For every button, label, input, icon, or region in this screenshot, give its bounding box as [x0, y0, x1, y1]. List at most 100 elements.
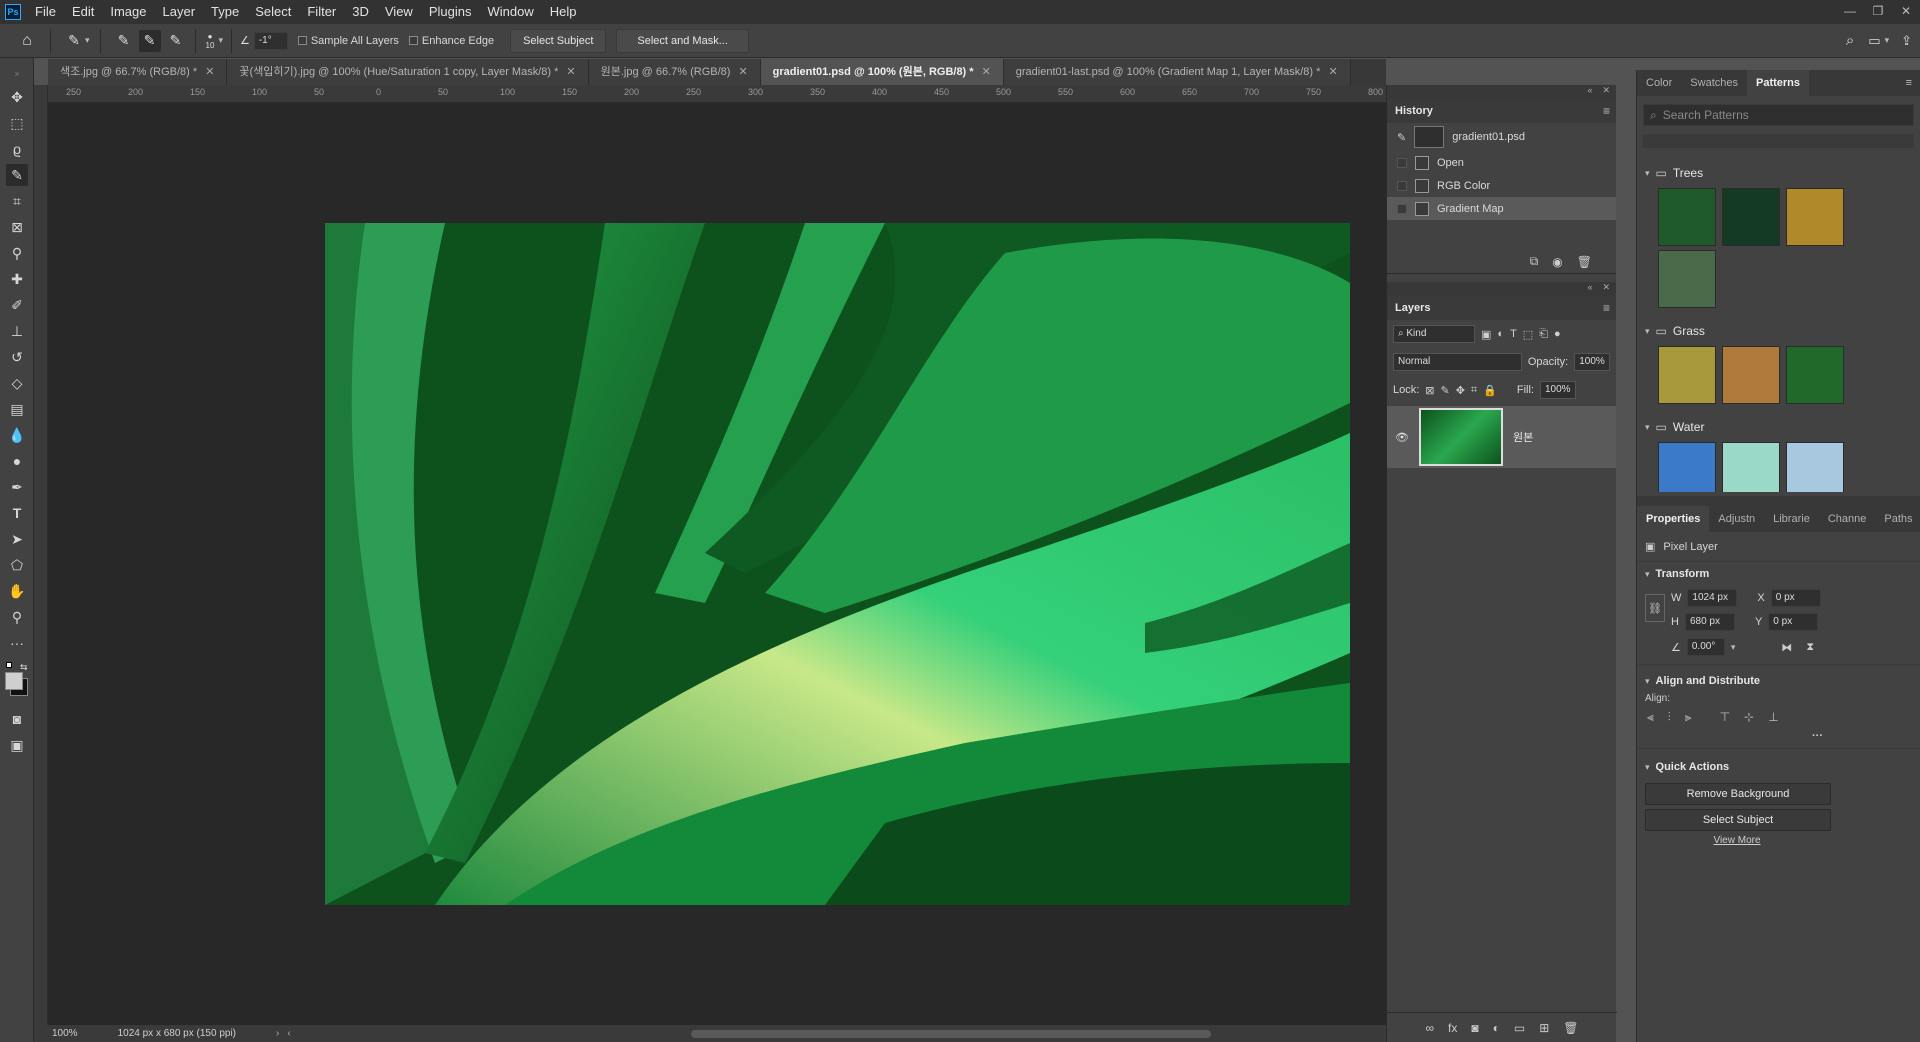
- chevron-down-icon[interactable]: ▾: [1645, 676, 1650, 687]
- filter-smart-object-icon[interactable]: ⎗: [1539, 328, 1548, 341]
- history-source-box[interactable]: [1397, 180, 1407, 191]
- align-middle-v-icon[interactable]: ⊹: [1744, 710, 1754, 724]
- scroll-left-icon[interactable]: ‹: [287, 1028, 290, 1039]
- tab-libraries[interactable]: Librarie: [1764, 506, 1819, 532]
- view-more-link[interactable]: View More: [1637, 835, 1837, 846]
- eyedropper-tool-icon[interactable]: ⚲: [6, 242, 28, 264]
- foreground-color-swatch[interactable]: [5, 672, 23, 690]
- close-tab-icon[interactable]: ✕: [1328, 59, 1337, 85]
- layer-row[interactable]: 👁 원본: [1387, 406, 1616, 468]
- lock-position-icon[interactable]: ✥: [1456, 384, 1465, 397]
- menu-layer[interactable]: Layer: [155, 0, 204, 24]
- chevron-down-icon[interactable]: ▾: [1645, 422, 1650, 433]
- pen-tool-icon[interactable]: ✒: [6, 476, 28, 498]
- pattern-swatch[interactable]: [1658, 250, 1716, 308]
- tab-doc-4[interactable]: gradient01.psd @ 100% (원본, RGB/8) * ✕: [760, 59, 1004, 85]
- flip-vertical-icon[interactable]: ⧗: [1806, 641, 1814, 654]
- pattern-swatch[interactable]: [1786, 188, 1844, 246]
- menu-select[interactable]: Select: [247, 0, 299, 24]
- close-tab-icon[interactable]: ✕: [738, 59, 747, 85]
- restore-icon[interactable]: ❐: [1864, 0, 1892, 24]
- menu-filter[interactable]: Filter: [299, 0, 344, 24]
- align-center-h-icon[interactable]: ⫶: [1668, 710, 1671, 725]
- menu-image[interactable]: Image: [102, 0, 154, 24]
- blend-mode-select[interactable]: Normal: [1393, 353, 1522, 371]
- chevron-down-icon[interactable]: ▾: [1645, 326, 1650, 337]
- close-tab-icon[interactable]: ✕: [205, 59, 214, 85]
- zoom-tool-icon[interactable]: ⚲: [6, 606, 28, 628]
- pattern-swatch[interactable]: [1722, 188, 1780, 246]
- chevron-down-icon[interactable]: ▾: [1645, 762, 1650, 773]
- history-source-box[interactable]: [1397, 203, 1407, 214]
- chevron-down-icon[interactable]: ▾: [1645, 569, 1650, 580]
- close-panel-icon[interactable]: ✕: [1602, 85, 1610, 99]
- tab-channels[interactable]: Channe: [1819, 506, 1876, 532]
- history-brush-tool-icon[interactable]: ↺: [6, 346, 28, 368]
- clone-stamp-tool-icon[interactable]: ⊥: [6, 320, 28, 342]
- tab-doc-1[interactable]: 색조.jpg @ 66.7% (RGB/8) * ✕: [48, 59, 228, 85]
- pattern-swatch[interactable]: [1658, 346, 1716, 404]
- collapse-panel-icon[interactable]: «: [1587, 282, 1592, 296]
- tab-doc-3[interactable]: 원본.jpg @ 66.7% (RGB/8) ✕: [588, 59, 761, 85]
- tab-doc-5[interactable]: gradient01-last.psd @ 100% (Gradient Map…: [1003, 59, 1351, 85]
- camera-icon[interactable]: ◉: [1552, 255, 1562, 269]
- status-arrow-icon[interactable]: ›: [276, 1028, 279, 1039]
- add-to-selection-icon[interactable]: ✎: [138, 29, 161, 52]
- close-icon[interactable]: ✕: [1892, 0, 1920, 24]
- hand-tool-icon[interactable]: ✋: [6, 580, 28, 602]
- history-snapshot[interactable]: ✎ gradient01.psd: [1387, 123, 1616, 151]
- workspace-icon[interactable]: ▭: [1868, 33, 1880, 49]
- link-layers-icon[interactable]: ∞: [1425, 1021, 1434, 1035]
- pattern-group-grass[interactable]: ▾ ▭ Grass: [1637, 320, 1920, 342]
- align-right-icon[interactable]: ⫸: [1685, 710, 1692, 725]
- menu-file[interactable]: File: [27, 0, 64, 24]
- pattern-swatch[interactable]: [1722, 442, 1780, 492]
- path-selection-tool-icon[interactable]: ➤: [6, 528, 28, 550]
- frame-tool-icon[interactable]: ⊠: [6, 216, 28, 238]
- collapse-panel-icon[interactable]: «: [1587, 85, 1592, 99]
- panel-menu-icon[interactable]: ≡: [1906, 77, 1912, 89]
- select-subject-button[interactable]: Select Subject: [510, 28, 607, 53]
- search-patterns-input[interactable]: ⌕ Search Patterns: [1643, 104, 1914, 126]
- lasso-tool-icon[interactable]: ϱ: [6, 138, 28, 160]
- new-layer-icon[interactable]: ⊞: [1539, 1021, 1549, 1035]
- height-input[interactable]: 680 px: [1684, 613, 1735, 631]
- width-input[interactable]: 1024 px: [1687, 589, 1738, 607]
- crop-tool-icon[interactable]: ⌗: [6, 190, 28, 212]
- menu-plugins[interactable]: Plugins: [421, 0, 480, 24]
- trash-icon[interactable]: 🗑: [1577, 255, 1592, 269]
- adjustment-layer-icon[interactable]: ◐: [1493, 1021, 1500, 1035]
- chevron-down-icon[interactable]: ▾: [1731, 642, 1736, 653]
- tab-doc-2[interactable]: 꽃(색입히기).jpg @ 100% (Hue/Saturation 1 cop…: [227, 59, 589, 85]
- brush-tool-icon[interactable]: ✐: [6, 294, 28, 316]
- filter-shape-icon[interactable]: ⬚: [1523, 328, 1533, 341]
- close-panel-icon[interactable]: ✕: [1602, 282, 1610, 296]
- menu-help[interactable]: Help: [542, 0, 585, 24]
- enhance-edge-checkbox[interactable]: Enhance Edge: [408, 35, 494, 47]
- pattern-group-water[interactable]: ▾ ▭ Water: [1637, 416, 1920, 438]
- lock-transparent-icon[interactable]: ⊠: [1425, 384, 1434, 397]
- minimize-icon[interactable]: —: [1836, 0, 1864, 24]
- filter-pixel-icon[interactable]: ▣: [1481, 328, 1491, 341]
- default-colors-icon[interactable]: [6, 662, 15, 671]
- document-image[interactable]: [325, 223, 1350, 905]
- menu-view[interactable]: View: [377, 0, 421, 24]
- panel-menu-icon[interactable]: ≡: [1603, 301, 1610, 315]
- screen-mode-icon[interactable]: ▣: [6, 734, 28, 756]
- trash-icon[interactable]: 🗑: [1563, 1021, 1578, 1035]
- more-options-icon[interactable]: ···: [1637, 730, 1920, 742]
- x-input[interactable]: 0 px: [1770, 589, 1821, 607]
- quick-mask-icon[interactable]: ◙: [6, 708, 28, 730]
- pattern-swatch[interactable]: [1786, 442, 1844, 492]
- horizontal-scrollbar[interactable]: [690, 1029, 1211, 1038]
- history-item-open[interactable]: Open: [1387, 151, 1616, 174]
- lock-all-icon[interactable]: 🔒: [1483, 384, 1497, 397]
- lock-artboard-icon[interactable]: ⌗: [1471, 384, 1477, 397]
- history-source-box[interactable]: [1397, 157, 1407, 168]
- search-icon[interactable]: ⌕: [1846, 32, 1854, 49]
- eye-icon[interactable]: 👁: [1395, 431, 1409, 444]
- home-icon[interactable]: ⌂: [16, 30, 38, 52]
- close-tab-icon[interactable]: ✕: [982, 59, 991, 85]
- lock-pixels-icon[interactable]: ✎: [1441, 384, 1450, 397]
- menu-window[interactable]: Window: [479, 0, 541, 24]
